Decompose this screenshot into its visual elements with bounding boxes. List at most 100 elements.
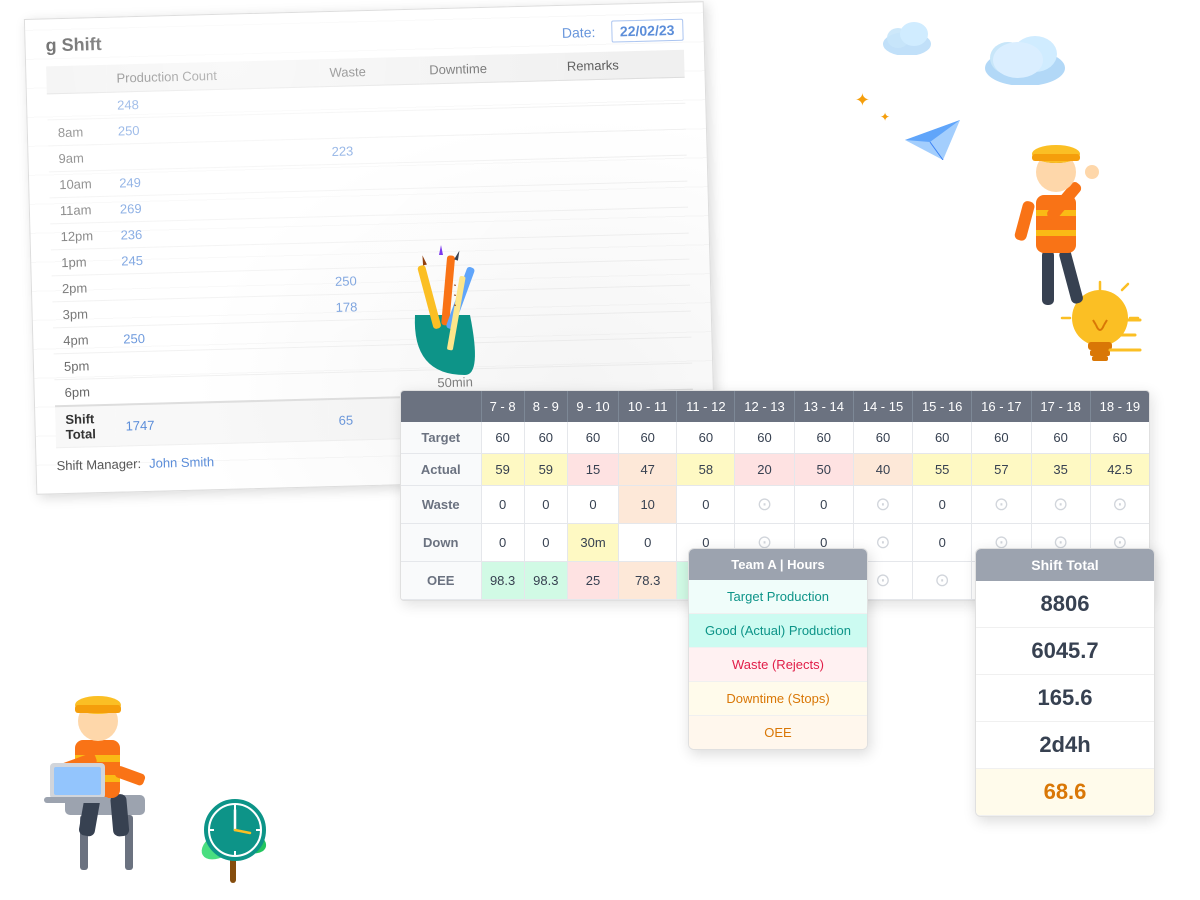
- remarks-cell: [561, 207, 689, 236]
- prod-col-header: 12 - 13: [735, 391, 794, 422]
- date-value: 22/02/23: [611, 18, 684, 42]
- down-cell: [422, 185, 560, 215]
- remarks-cell: [560, 181, 688, 210]
- legend-item: Target Production: [689, 580, 867, 614]
- remarks-cell: [563, 311, 691, 340]
- prod-cell: 57: [972, 454, 1031, 486]
- prod-col-header: 17 - 18: [1031, 391, 1090, 422]
- time-cell: 6pm: [54, 378, 115, 406]
- prod-cell: 60: [1090, 422, 1149, 454]
- time-cell: 8am: [48, 118, 109, 146]
- col-down: Downtime: [419, 53, 557, 84]
- prod-cell: 20: [735, 454, 794, 486]
- remarks-cell: [559, 129, 687, 158]
- prod-cell: 25: [567, 562, 618, 600]
- prod-cell: 60: [735, 422, 794, 454]
- prod-cell: ⊙: [1090, 486, 1149, 524]
- time-cell: 4pm: [53, 326, 114, 354]
- remarks-cell: [565, 363, 693, 393]
- date-label: Date:: [562, 24, 596, 41]
- prod-cell: 30m: [567, 524, 618, 562]
- waste-cell: [323, 188, 423, 217]
- prod-cell: 60: [677, 422, 735, 454]
- prod-col-header: 13 - 14: [794, 391, 853, 422]
- col-time: [46, 65, 107, 94]
- prod-cell: ⊙: [1031, 486, 1090, 524]
- prod-col-header: 16 - 17: [972, 391, 1031, 422]
- prod-col-header: 14 - 15: [853, 391, 912, 422]
- prod-cell: 0: [481, 486, 524, 524]
- cloud-decoration-1: [980, 30, 1070, 90]
- prod-cell: 60: [567, 422, 618, 454]
- prod-col-header: 7 - 8: [481, 391, 524, 422]
- legend-item: OEE: [689, 716, 867, 749]
- prod-cell: 50: [794, 454, 853, 486]
- legend-card: Team A | Hours Target ProductionGood (Ac…: [688, 548, 868, 750]
- prod-row-label: Actual: [401, 454, 481, 486]
- prod-col-header: 10 - 11: [619, 391, 677, 422]
- prod-col-empty: [401, 391, 481, 422]
- prod-cell: 60: [619, 422, 677, 454]
- prod-cell: 0: [567, 486, 618, 524]
- remarks-cell: [561, 233, 689, 262]
- legend-item: Downtime (Stops): [689, 682, 867, 716]
- prod-cell: 0: [524, 486, 567, 524]
- prod-cell: 55: [913, 454, 972, 486]
- time-cell: 2pm: [52, 274, 113, 302]
- paper-plane-decoration: [905, 120, 960, 165]
- shift-total-header: Shift Total: [976, 549, 1154, 581]
- prod-cell: 0: [481, 524, 524, 562]
- prod-cell: 0: [524, 524, 567, 562]
- prod-cell: 60: [1031, 422, 1090, 454]
- prod-cell: 60: [481, 422, 524, 454]
- down-cell: [421, 133, 559, 163]
- prod-cell: 59: [524, 454, 567, 486]
- prod-row-label: Target: [401, 422, 481, 454]
- prod-col-header: 15 - 16: [913, 391, 972, 422]
- prod-data-row: Actual595915475820504055573542.5: [401, 454, 1149, 486]
- remarks-cell: [559, 155, 687, 184]
- shift-date: Date: 22/02/23: [562, 21, 684, 40]
- waste-cell: [322, 162, 422, 191]
- prod-cell: ⊙: [735, 486, 794, 524]
- total-prod: 1747: [115, 399, 329, 446]
- prod-cell: 0: [677, 486, 735, 524]
- time-cell: 1pm: [51, 248, 112, 276]
- prod-col-header: 11 - 12: [677, 391, 735, 422]
- prod-cell: 60: [524, 422, 567, 454]
- prod-cell: 10: [619, 486, 677, 524]
- shift-total-card: Shift Total 88066045.7165.62d4h68.6: [975, 548, 1155, 817]
- prod-col-header: 18 - 19: [1090, 391, 1149, 422]
- time-cell: 5pm: [54, 352, 115, 380]
- shift-total-value: 6045.7: [976, 628, 1154, 675]
- prod-cell: 98.3: [524, 562, 567, 600]
- down-cell: [420, 107, 558, 137]
- legend-header: Team A | Hours: [689, 549, 867, 580]
- time-cell: 11am: [50, 196, 111, 224]
- shift-log-header: g Shift Date: 22/02/23: [45, 19, 683, 57]
- shift-total-value: 8806: [976, 581, 1154, 628]
- remarks-cell: [562, 259, 690, 288]
- sparkle-2: ✦: [880, 110, 890, 124]
- cloud-decoration-2: [880, 20, 940, 60]
- pencils-cup: [390, 245, 490, 380]
- waste-cell: [321, 110, 421, 139]
- time-cell: 3pm: [52, 300, 113, 328]
- col-remarks: Remarks: [556, 50, 684, 81]
- shift-table: Production Count Waste Downtime Remarks …: [46, 50, 694, 449]
- waste-cell: [323, 214, 423, 243]
- prod-cell: ⊙: [913, 562, 972, 600]
- shift-title: g Shift: [45, 34, 102, 56]
- prod-cell: 0: [913, 486, 972, 524]
- prod-cell: 40: [853, 454, 912, 486]
- prod-cell: 60: [853, 422, 912, 454]
- prod-cell: 47: [619, 454, 677, 486]
- prod-data-row: Target606060606060606060606060: [401, 422, 1149, 454]
- down-cell: [420, 81, 558, 111]
- remarks-cell: [558, 103, 686, 132]
- prod-cell: 60: [913, 422, 972, 454]
- prod-cell: 42.5: [1090, 454, 1149, 486]
- legend-item: Waste (Rejects): [689, 648, 867, 682]
- prod-cell: 35: [1031, 454, 1090, 486]
- prod-cell: 98.3: [481, 562, 524, 600]
